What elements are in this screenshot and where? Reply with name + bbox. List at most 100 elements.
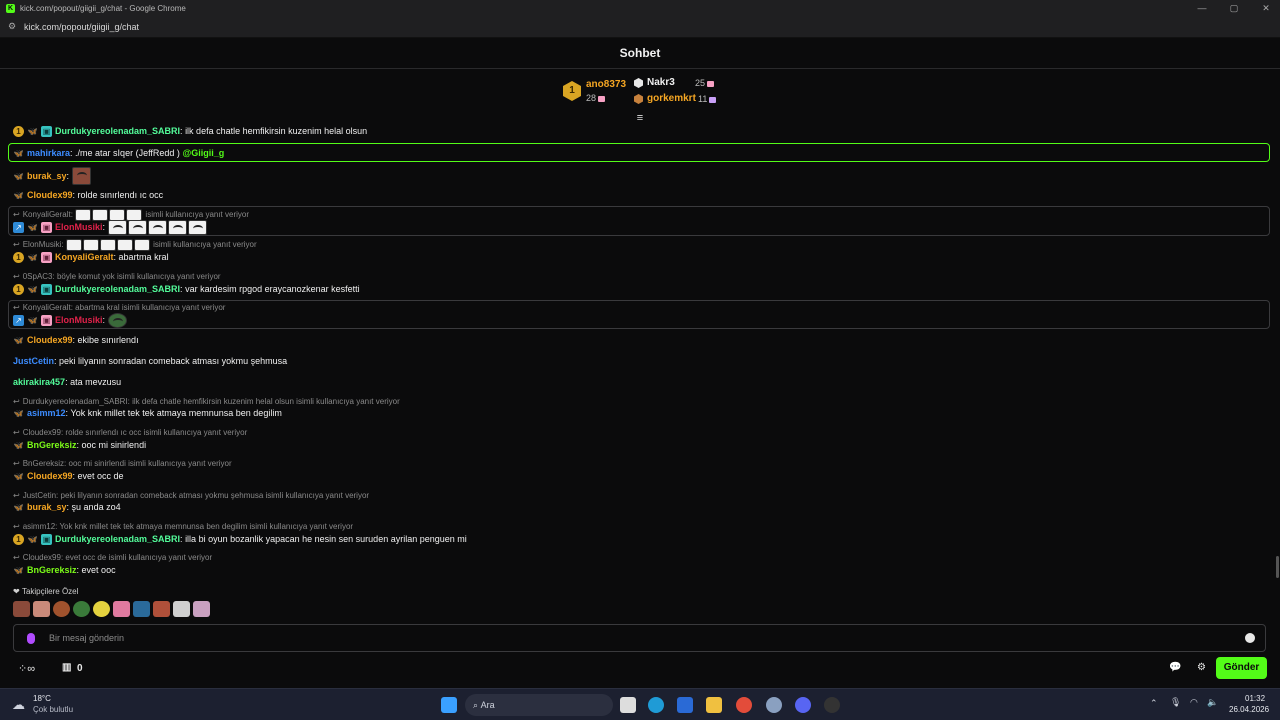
weather-cloud-icon[interactable]: ☁ bbox=[12, 697, 25, 713]
chat-scrollbar[interactable] bbox=[1276, 556, 1279, 578]
emote-image[interactable] bbox=[127, 219, 147, 235]
leaderboard-second-name[interactable]: Nakr3 bbox=[647, 77, 675, 88]
leaderboard-third-name[interactable]: gorkemkrt bbox=[647, 93, 696, 104]
emote-image[interactable] bbox=[153, 601, 170, 617]
chat-username[interactable]: Cloudex99 bbox=[27, 190, 73, 200]
task-view-icon[interactable] bbox=[620, 697, 636, 713]
settings-gear-icon[interactable]: ⚙ bbox=[1197, 662, 1206, 673]
microphone-icon[interactable] bbox=[27, 632, 35, 644]
chat-message[interactable]: 🦋 burak_sy: bbox=[13, 167, 92, 185]
chat-username[interactable]: asimm12 bbox=[27, 408, 66, 418]
emote-image[interactable] bbox=[187, 219, 207, 235]
subscriber-badge-icon: 🦋 bbox=[13, 408, 24, 418]
chat-username[interactable]: ElonMusiki bbox=[55, 222, 103, 232]
collapse-leaderboard-icon[interactable]: ≡ bbox=[634, 112, 646, 124]
chat-username[interactable]: Cloudex99 bbox=[27, 471, 73, 481]
mention[interactable]: @Giigii_g bbox=[182, 148, 224, 158]
chat-username[interactable]: ElonMusiki bbox=[55, 315, 103, 325]
emote-image[interactable] bbox=[71, 167, 91, 185]
emote-image[interactable] bbox=[133, 601, 150, 617]
reply-context[interactable]: ↩ KonyaliGeralt: abartma kral isimli kull… bbox=[13, 302, 225, 313]
tray-chevron-icon[interactable]: ⌃ bbox=[1150, 698, 1158, 709]
reply-context[interactable]: ↩ Cloudex99: evet occ de isimli kullanıcı… bbox=[13, 552, 212, 563]
chrome-icon[interactable] bbox=[736, 697, 752, 713]
app-icon[interactable] bbox=[824, 697, 840, 713]
store-icon[interactable] bbox=[677, 697, 693, 713]
chat-username[interactable]: JustCetin bbox=[13, 356, 54, 366]
chat-message[interactable]: 🦋 BnGereksiz: ooc mi sinirlendi bbox=[13, 438, 147, 452]
app-icon[interactable] bbox=[766, 697, 782, 713]
chat-message[interactable]: akirakira457: ata mevzusu bbox=[13, 375, 121, 389]
emote-image[interactable] bbox=[73, 601, 90, 617]
chat-username[interactable]: BnGereksiz bbox=[27, 440, 77, 450]
reply-context[interactable]: ↩ Cloudex99: rolde sınırlendı ıc occ isim… bbox=[13, 427, 247, 438]
chat-message[interactable]: 1 🦋 ▣ Durdukyereolenadam_SABRI: ilk defa… bbox=[13, 124, 367, 138]
chat-username[interactable]: KonyaliGeralt bbox=[55, 252, 114, 262]
discord-icon[interactable] bbox=[795, 697, 811, 713]
close-icon[interactable]: ✕ bbox=[1251, 0, 1280, 16]
emote-image[interactable] bbox=[193, 601, 210, 617]
emote-image[interactable] bbox=[173, 601, 190, 617]
emote-image[interactable] bbox=[107, 219, 127, 235]
chat-message[interactable]: 🦋 Cloudex99: ekibe sınırlendı bbox=[13, 333, 139, 347]
chat-message[interactable]: 1 🦋 ▣ Durdukyereolenadam_SABRI: var kard… bbox=[13, 282, 360, 296]
weather-desc[interactable]: Çok bulutlu bbox=[33, 705, 73, 714]
emote-image[interactable] bbox=[93, 601, 110, 617]
chat-input-placeholder[interactable]: Bir mesaj gönderin bbox=[49, 633, 124, 643]
chat-username[interactable]: Cloudex99 bbox=[27, 335, 73, 345]
emote-image[interactable] bbox=[107, 312, 127, 328]
chat-username[interactable]: burak_sy bbox=[27, 502, 67, 512]
chat-message[interactable]: 1 🦋 ▣ KonyaliGeralt: abartma kral bbox=[13, 250, 169, 264]
volume-icon[interactable]: 🔈 bbox=[1207, 697, 1218, 708]
file-explorer-icon[interactable] bbox=[706, 697, 722, 713]
chat-bubble-icon[interactable]: 💬 bbox=[1169, 662, 1181, 673]
chat-username[interactable]: Durdukyereolenadam_SABRI bbox=[55, 534, 180, 544]
mic-tray-icon[interactable]: 🎙 bbox=[1170, 697, 1181, 708]
emote-image[interactable] bbox=[147, 219, 167, 235]
chat-username[interactable]: Durdukyereolenadam_SABRI bbox=[55, 126, 180, 136]
chat-username[interactable]: akirakira457 bbox=[13, 377, 65, 387]
leaderboard-first-name[interactable]: ano8373 bbox=[586, 79, 626, 90]
minimize-icon[interactable]: — bbox=[1187, 0, 1217, 16]
site-info-icon[interactable]: ⚙ bbox=[8, 21, 18, 32]
chat-message[interactable]: JustCetin: peki lilyanın sonradan comeba… bbox=[13, 354, 287, 368]
chat-message[interactable]: 🦋 burak_sy: şu anda zo4 bbox=[13, 500, 121, 514]
chat-input[interactable]: Bir mesaj gönderin bbox=[13, 624, 1266, 652]
windows-start-icon[interactable] bbox=[441, 697, 457, 713]
subscriber-badge-icon: 🦋 bbox=[27, 222, 38, 232]
chat-message[interactable]: 🦋 Cloudex99: rolde sınırlendı ıc occ bbox=[13, 188, 164, 202]
reply-context[interactable]: ↩ BnGereksiz: ooc mi sinirlendi isimli ku… bbox=[13, 458, 232, 469]
points-store-icon[interactable]: ▥ bbox=[62, 662, 71, 673]
taskbar-search[interactable]: ⌕ Ara bbox=[465, 694, 613, 716]
reply-context[interactable]: ↩ ElonMusiki: isimli kullanıcıya yanıt ve… bbox=[13, 238, 257, 251]
emoji-picker-icon[interactable] bbox=[1245, 633, 1255, 643]
chat-message[interactable]: 1 🦋 ▣ Durdukyereolenadam_SABRI: illa bi … bbox=[13, 532, 467, 546]
emote-image[interactable] bbox=[13, 601, 30, 617]
reply-context[interactable]: ↩ asimm12: Yok knk millet tek tek atmaya … bbox=[13, 521, 353, 532]
maximize-icon[interactable]: ▢ bbox=[1219, 0, 1249, 16]
chat-username[interactable]: burak_sy bbox=[27, 171, 67, 181]
infinity-points-icon[interactable]: ⁘∞ bbox=[18, 662, 35, 675]
send-button[interactable]: Gönder bbox=[1216, 657, 1267, 679]
chat-message[interactable]: 🦋 Cloudex99: evet occ de bbox=[13, 469, 124, 483]
address-bar[interactable]: ⚙ kick.com/popout/giigii_g/chat bbox=[0, 16, 1280, 38]
emote-image[interactable] bbox=[113, 601, 130, 617]
chat-username[interactable]: BnGereksiz bbox=[27, 565, 77, 575]
chat-message[interactable]: ↗ 🦋 ▣ ElonMusiki: bbox=[13, 219, 208, 235]
url-text[interactable]: kick.com/popout/giigii_g/chat bbox=[24, 22, 139, 32]
chat-message[interactable]: 🦋 BnGereksiz: evet ooc bbox=[13, 563, 116, 577]
edge-browser-icon[interactable] bbox=[648, 697, 664, 713]
reply-context[interactable]: ↩ 0SpAC3: böyle komut yok isimli kullanıc… bbox=[13, 271, 221, 282]
chat-message[interactable]: 🦋 mahirkara: ./me atar sIqer (JeffRedd )… bbox=[13, 146, 225, 160]
chat-username[interactable]: Durdukyereolenadam_SABRI bbox=[55, 284, 180, 294]
emote-image[interactable] bbox=[53, 601, 70, 617]
clock-time[interactable]: 01:32 bbox=[1245, 694, 1265, 703]
clock-date[interactable]: 26.04.2026 bbox=[1229, 705, 1269, 714]
chat-message[interactable]: ↗ 🦋 ▣ ElonMusiki: bbox=[13, 312, 128, 328]
chat-message[interactable]: 🦋 asimm12: Yok knk millet tek tek atmaya… bbox=[13, 406, 282, 420]
wifi-icon[interactable]: ◠ bbox=[1190, 697, 1198, 708]
emote-image[interactable] bbox=[167, 219, 187, 235]
weather-temp[interactable]: 18°C bbox=[33, 694, 51, 703]
chat-username[interactable]: mahirkara bbox=[27, 148, 70, 158]
emote-image[interactable] bbox=[33, 601, 50, 617]
